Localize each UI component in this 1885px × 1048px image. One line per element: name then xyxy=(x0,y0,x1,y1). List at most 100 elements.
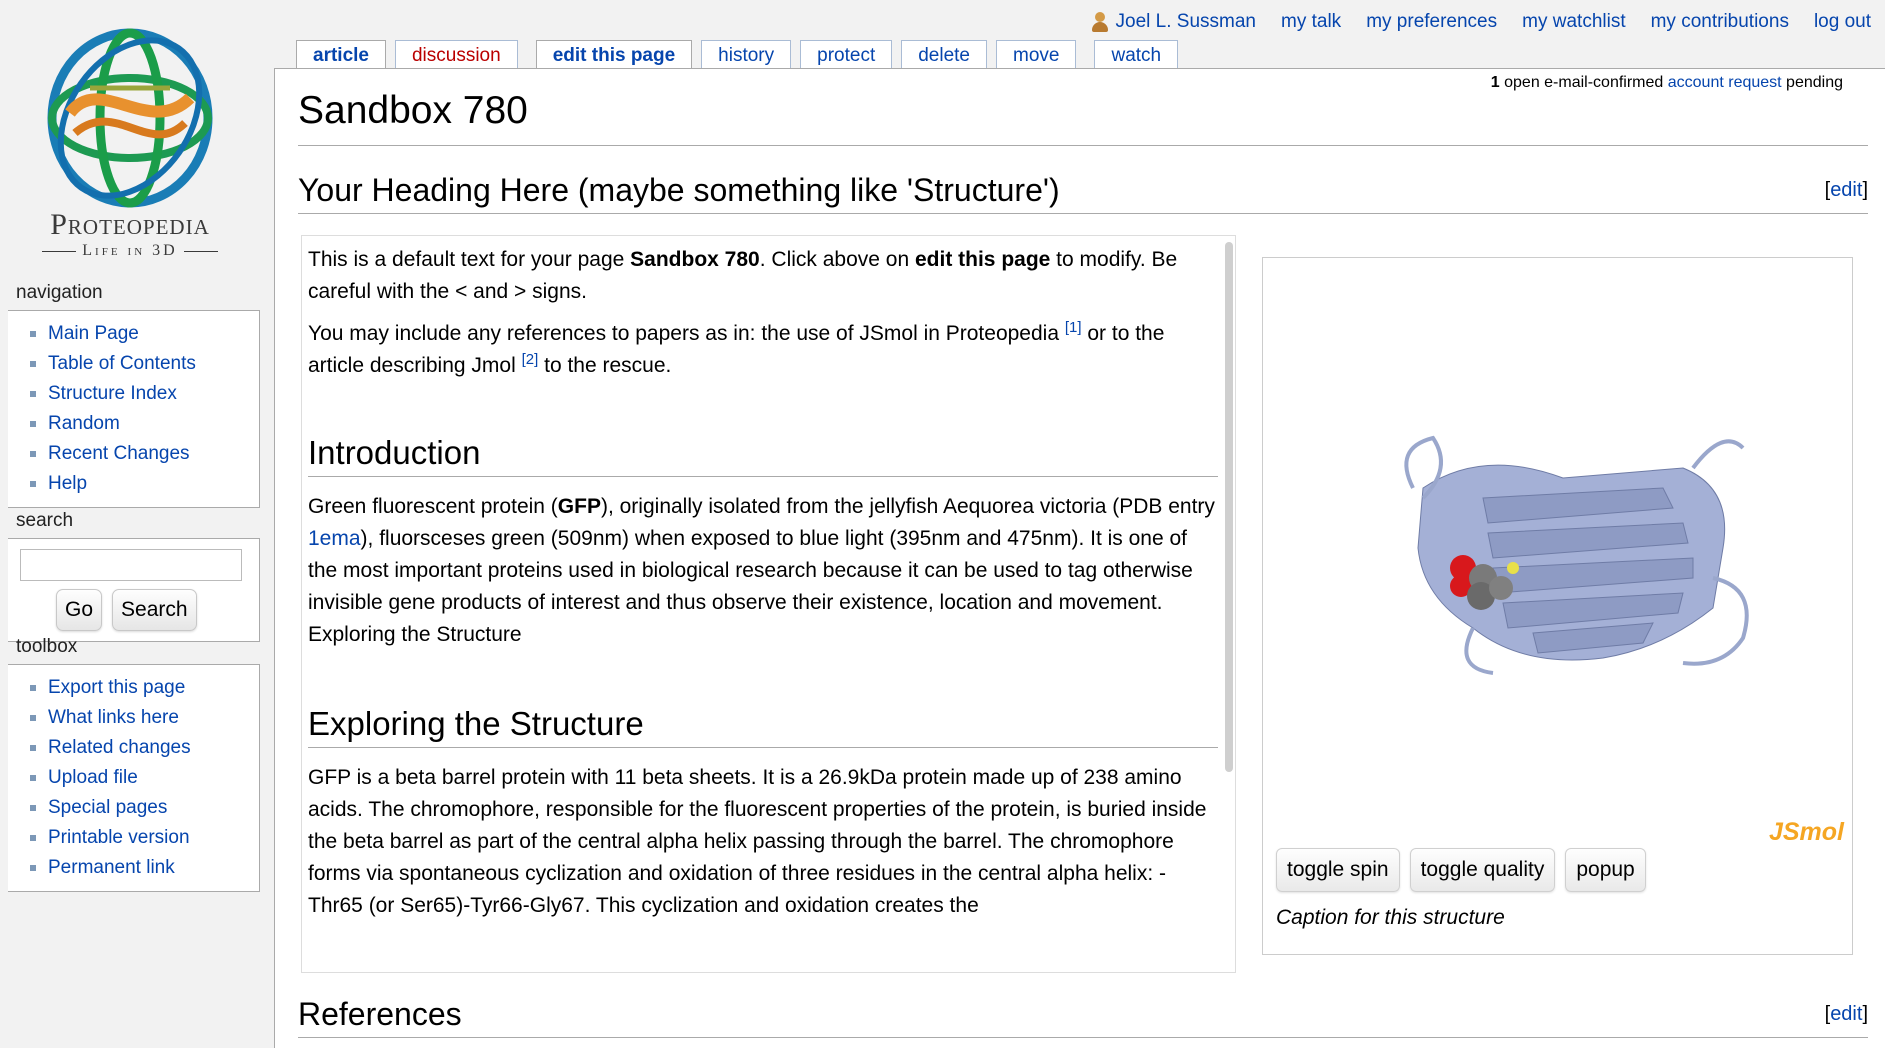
section-heading: Your Heading Here (maybe something like … xyxy=(298,167,1868,214)
nav-item-random[interactable]: Random xyxy=(30,409,259,439)
introduction-paragraph: Green fluorescent protein (GFP), origina… xyxy=(308,495,1215,646)
bullet-icon xyxy=(30,835,36,841)
toggle-spin-button[interactable]: toggle spin xyxy=(1276,848,1400,892)
bullet-icon xyxy=(30,685,36,691)
user-icon xyxy=(1091,12,1108,32)
tab-edit-this-page[interactable]: edit this page xyxy=(535,40,693,69)
edit-link[interactable]: edit xyxy=(1830,179,1862,201)
scroll-box[interactable]: This is a default text for your page San… xyxy=(301,235,1236,973)
protein-structure-view[interactable] xyxy=(1363,428,1763,688)
bullet-icon xyxy=(30,865,36,871)
bullet-icon xyxy=(30,715,36,721)
navigation-title: navigation xyxy=(16,282,103,303)
toolbox-item-export[interactable]: Export this page xyxy=(30,673,259,703)
ref-2-link[interactable]: [2] xyxy=(522,351,539,368)
my-preferences-link[interactable]: my preferences xyxy=(1366,11,1497,33)
structure-caption: Caption for this structure xyxy=(1276,906,1505,929)
intro-paragraph: This is a default text for your page San… xyxy=(308,248,1178,303)
scroll-content: This is a default text for your page San… xyxy=(308,244,1218,932)
exploring-heading: Exploring the Structure xyxy=(308,701,1218,748)
popup-button[interactable]: popup xyxy=(1565,848,1646,892)
nav-item-structure-index[interactable]: Structure Index xyxy=(30,379,259,409)
nav-link[interactable]: Random xyxy=(48,410,120,438)
toolbox-link[interactable]: Related changes xyxy=(48,734,191,762)
nav-link[interactable]: Main Page xyxy=(48,320,139,348)
toolbox-item-printable-version[interactable]: Printable version xyxy=(30,823,259,853)
bullet-icon xyxy=(30,745,36,751)
content-area: 1 open e-mail-confirmed account request … xyxy=(274,68,1885,1048)
nav-item-recent-changes[interactable]: Recent Changes xyxy=(30,439,259,469)
user-name-link[interactable]: Joel L. Sussman xyxy=(1116,11,1256,33)
tagline-rule-right xyxy=(183,250,218,252)
nav-link[interactable]: Table of Contents xyxy=(48,350,196,378)
bullet-icon xyxy=(30,451,36,457)
nav-item-help[interactable]: Help xyxy=(30,469,259,499)
section-heading-text: Your Heading Here (maybe something like … xyxy=(298,172,1060,208)
tab-history[interactable]: history xyxy=(701,40,792,69)
bullet-icon xyxy=(30,775,36,781)
toolbox-item-what-links-here[interactable]: What links here xyxy=(30,703,259,733)
toggle-quality-button[interactable]: toggle quality xyxy=(1409,848,1556,892)
toolbox-item-special-pages[interactable]: Special pages xyxy=(30,793,259,823)
tab-discussion[interactable]: discussion xyxy=(394,40,518,69)
toolbox-link[interactable]: Upload file xyxy=(48,764,138,792)
nav-link[interactable]: Structure Index xyxy=(48,380,177,408)
tab-watch[interactable]: watch xyxy=(1094,40,1179,69)
toolbox-item-related-changes[interactable]: Related changes xyxy=(30,733,259,763)
bullet-icon xyxy=(30,805,36,811)
bullet-icon xyxy=(30,391,36,397)
toolbox-item-permanent-link[interactable]: Permanent link xyxy=(30,853,259,883)
toolbox-link[interactable]: Permanent link xyxy=(48,854,175,882)
my-talk-link[interactable]: my talk xyxy=(1281,11,1341,33)
bullet-icon xyxy=(30,481,36,487)
go-button[interactable]: Go xyxy=(56,589,103,631)
toolbox-item-upload-file[interactable]: Upload file xyxy=(30,763,259,793)
pdb-1ema-link[interactable]: 1ema xyxy=(308,527,361,550)
edit-link[interactable]: edit xyxy=(1830,1003,1862,1025)
toolbox-link[interactable]: Export this page xyxy=(48,674,185,702)
references-paragraph: You may include any references to papers… xyxy=(308,319,1165,377)
bullet-icon xyxy=(30,361,36,367)
navigation-body: Main Page Table of Contents Structure In… xyxy=(8,310,260,508)
tab-article[interactable]: article xyxy=(296,40,386,69)
logo-name: Proteopedia xyxy=(50,208,210,241)
nav-item-table-of-contents[interactable]: Table of Contents xyxy=(30,349,259,379)
nav-link[interactable]: Recent Changes xyxy=(48,440,190,468)
search-button[interactable]: Search xyxy=(112,589,197,631)
edit-references-link[interactable]: [edit] xyxy=(1825,991,1868,1037)
scrollbar[interactable] xyxy=(1225,242,1233,772)
my-contributions-link[interactable]: my contributions xyxy=(1651,11,1789,33)
toolbox-link[interactable]: Printable version xyxy=(48,824,190,852)
personal-bar: Joel L. Sussman my talk my preferences m… xyxy=(1091,8,1871,36)
search-portlet: search Go Search xyxy=(8,510,260,642)
search-body: Go Search xyxy=(8,538,260,642)
search-title: search xyxy=(16,510,74,531)
tab-delete[interactable]: delete xyxy=(901,40,988,69)
tab-move[interactable]: move xyxy=(996,40,1077,69)
log-out-link[interactable]: log out xyxy=(1814,11,1871,33)
page-title: Sandbox 780 xyxy=(298,85,1868,146)
search-buttons: Go Search xyxy=(56,589,247,631)
toolbox-link[interactable]: Special pages xyxy=(48,794,167,822)
jsmol-panel[interactable]: JSmol toggle spin toggle quality popup C… xyxy=(1262,257,1853,955)
site-logo[interactable]: Proteopedia Life in 3D xyxy=(30,18,230,268)
references-heading-text: References xyxy=(298,996,462,1032)
bullet-icon xyxy=(30,331,36,337)
toolbox-body: Export this page What links here Related… xyxy=(8,664,260,892)
references-heading: References [edit] xyxy=(298,991,1868,1038)
jsmol-buttons: toggle spin toggle quality popup xyxy=(1276,848,1646,892)
edit-section-link[interactable]: [edit] xyxy=(1825,167,1868,213)
nav-item-main-page[interactable]: Main Page xyxy=(30,319,259,349)
nav-link[interactable]: Help xyxy=(48,470,87,498)
my-watchlist-link[interactable]: my watchlist xyxy=(1522,11,1625,33)
ref-1-link[interactable]: [1] xyxy=(1065,319,1082,336)
toolbox-link[interactable]: What links here xyxy=(48,704,179,732)
tab-protect[interactable]: protect xyxy=(800,40,893,69)
search-input[interactable] xyxy=(20,549,242,581)
user-link[interactable]: Joel L. Sussman xyxy=(1091,11,1256,33)
toolbox-portlet: toolbox Export this page What links here… xyxy=(8,636,260,892)
logo-wordmark: Proteopedia Life in 3D xyxy=(30,208,230,260)
introduction-heading: Introduction xyxy=(308,430,1218,477)
page-tabs: article discussion edit this page histor… xyxy=(296,40,1187,69)
toolbox-title: toolbox xyxy=(16,636,78,657)
